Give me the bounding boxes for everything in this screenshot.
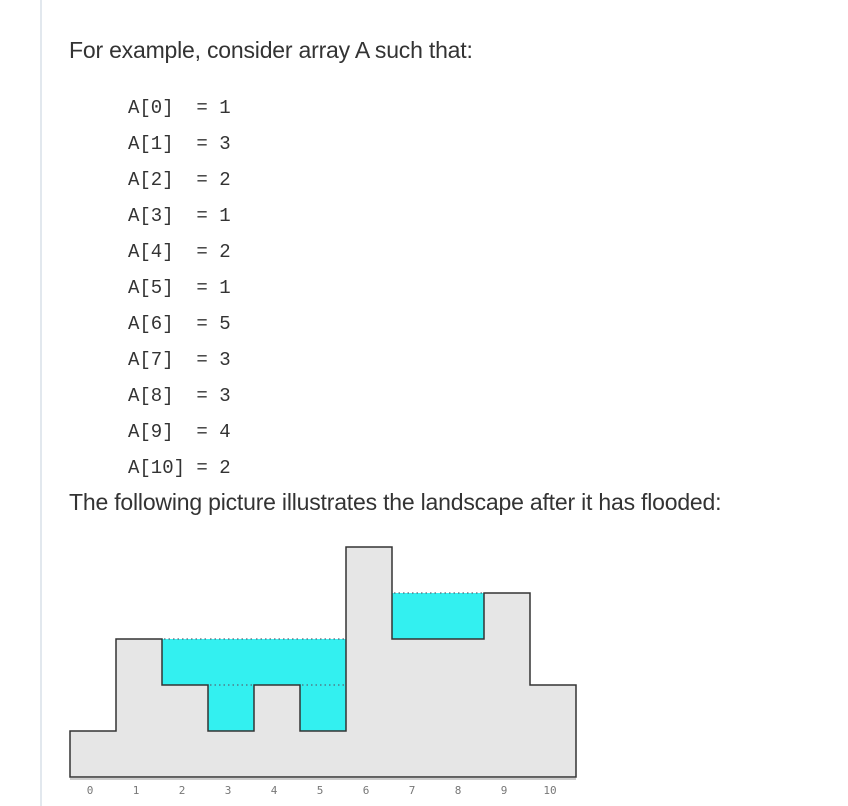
axis-tick-label: 5 (317, 784, 324, 797)
axis-tick-label: 7 (409, 784, 416, 797)
array-line-6: A[6] = 5 (128, 313, 231, 335)
array-value: 1 (219, 205, 231, 227)
axis-tick-label: 10 (543, 784, 556, 797)
array-value: 3 (219, 385, 231, 407)
flood-diagram: 0 1 2 3 4 5 6 7 8 9 10 (69, 546, 577, 797)
array-label: A[4] (128, 241, 174, 263)
array-line-0: A[0] = 1 (128, 97, 231, 119)
array-line-7: A[7] = 3 (128, 349, 231, 371)
array-line-5: A[5] = 1 (128, 277, 231, 299)
array-line-9: A[9] = 4 (128, 421, 231, 443)
axis-tick-label: 0 (87, 784, 94, 797)
left-border (0, 0, 42, 806)
array-value: 4 (219, 421, 231, 443)
array-label: A[2] (128, 169, 174, 191)
array-label: A[0] (128, 97, 174, 119)
array-line-8: A[8] = 3 (128, 385, 231, 407)
axis-tick-label: 6 (363, 784, 370, 797)
axis-tick-label: 1 (133, 784, 140, 797)
water-cell (254, 639, 300, 685)
array-line-3: A[3] = 1 (128, 205, 231, 227)
array-line-2: A[2] = 2 (128, 169, 231, 191)
array-line-1: A[1] = 3 (128, 133, 231, 155)
array-label: A[6] (128, 313, 174, 335)
array-label: A[9] (128, 421, 174, 443)
array-value: 1 (219, 97, 231, 119)
axis-tick-label: 3 (225, 784, 232, 797)
array-label: A[8] (128, 385, 174, 407)
water-cell (392, 593, 438, 639)
array-value: 3 (219, 349, 231, 371)
array-value: 2 (219, 169, 231, 191)
figure-caption: The following picture illustrates the la… (69, 489, 722, 515)
array-value: 2 (219, 241, 231, 263)
axis-tick-label: 4 (271, 784, 278, 797)
axis-tick-label: 2 (179, 784, 186, 797)
array-value: 1 (219, 277, 231, 299)
water-cell (162, 639, 208, 685)
intro-text: For example, consider array A such that: (69, 37, 473, 63)
flood-illustration: 0 1 2 3 4 5 6 7 8 9 10 (60, 540, 590, 802)
array-label: A[3] (128, 205, 174, 227)
array-label: A[10] (128, 457, 186, 479)
array-label: A[7] (128, 349, 174, 371)
array-value: 2 (219, 457, 231, 479)
array-line-10: A[10] = 2 (128, 457, 231, 479)
array-value: 3 (219, 133, 231, 155)
axis-tick-label: 9 (501, 784, 508, 797)
array-listing: A[0] = 1 A[1] = 3 A[2] = 2 A[3] = 1 A[4]… (128, 94, 231, 490)
array-label: A[1] (128, 133, 174, 155)
array-label: A[5] (128, 277, 174, 299)
array-line-4: A[4] = 2 (128, 241, 231, 263)
axis-tick-label: 8 (455, 784, 462, 797)
water-cell (438, 593, 484, 639)
array-value: 5 (219, 313, 231, 335)
